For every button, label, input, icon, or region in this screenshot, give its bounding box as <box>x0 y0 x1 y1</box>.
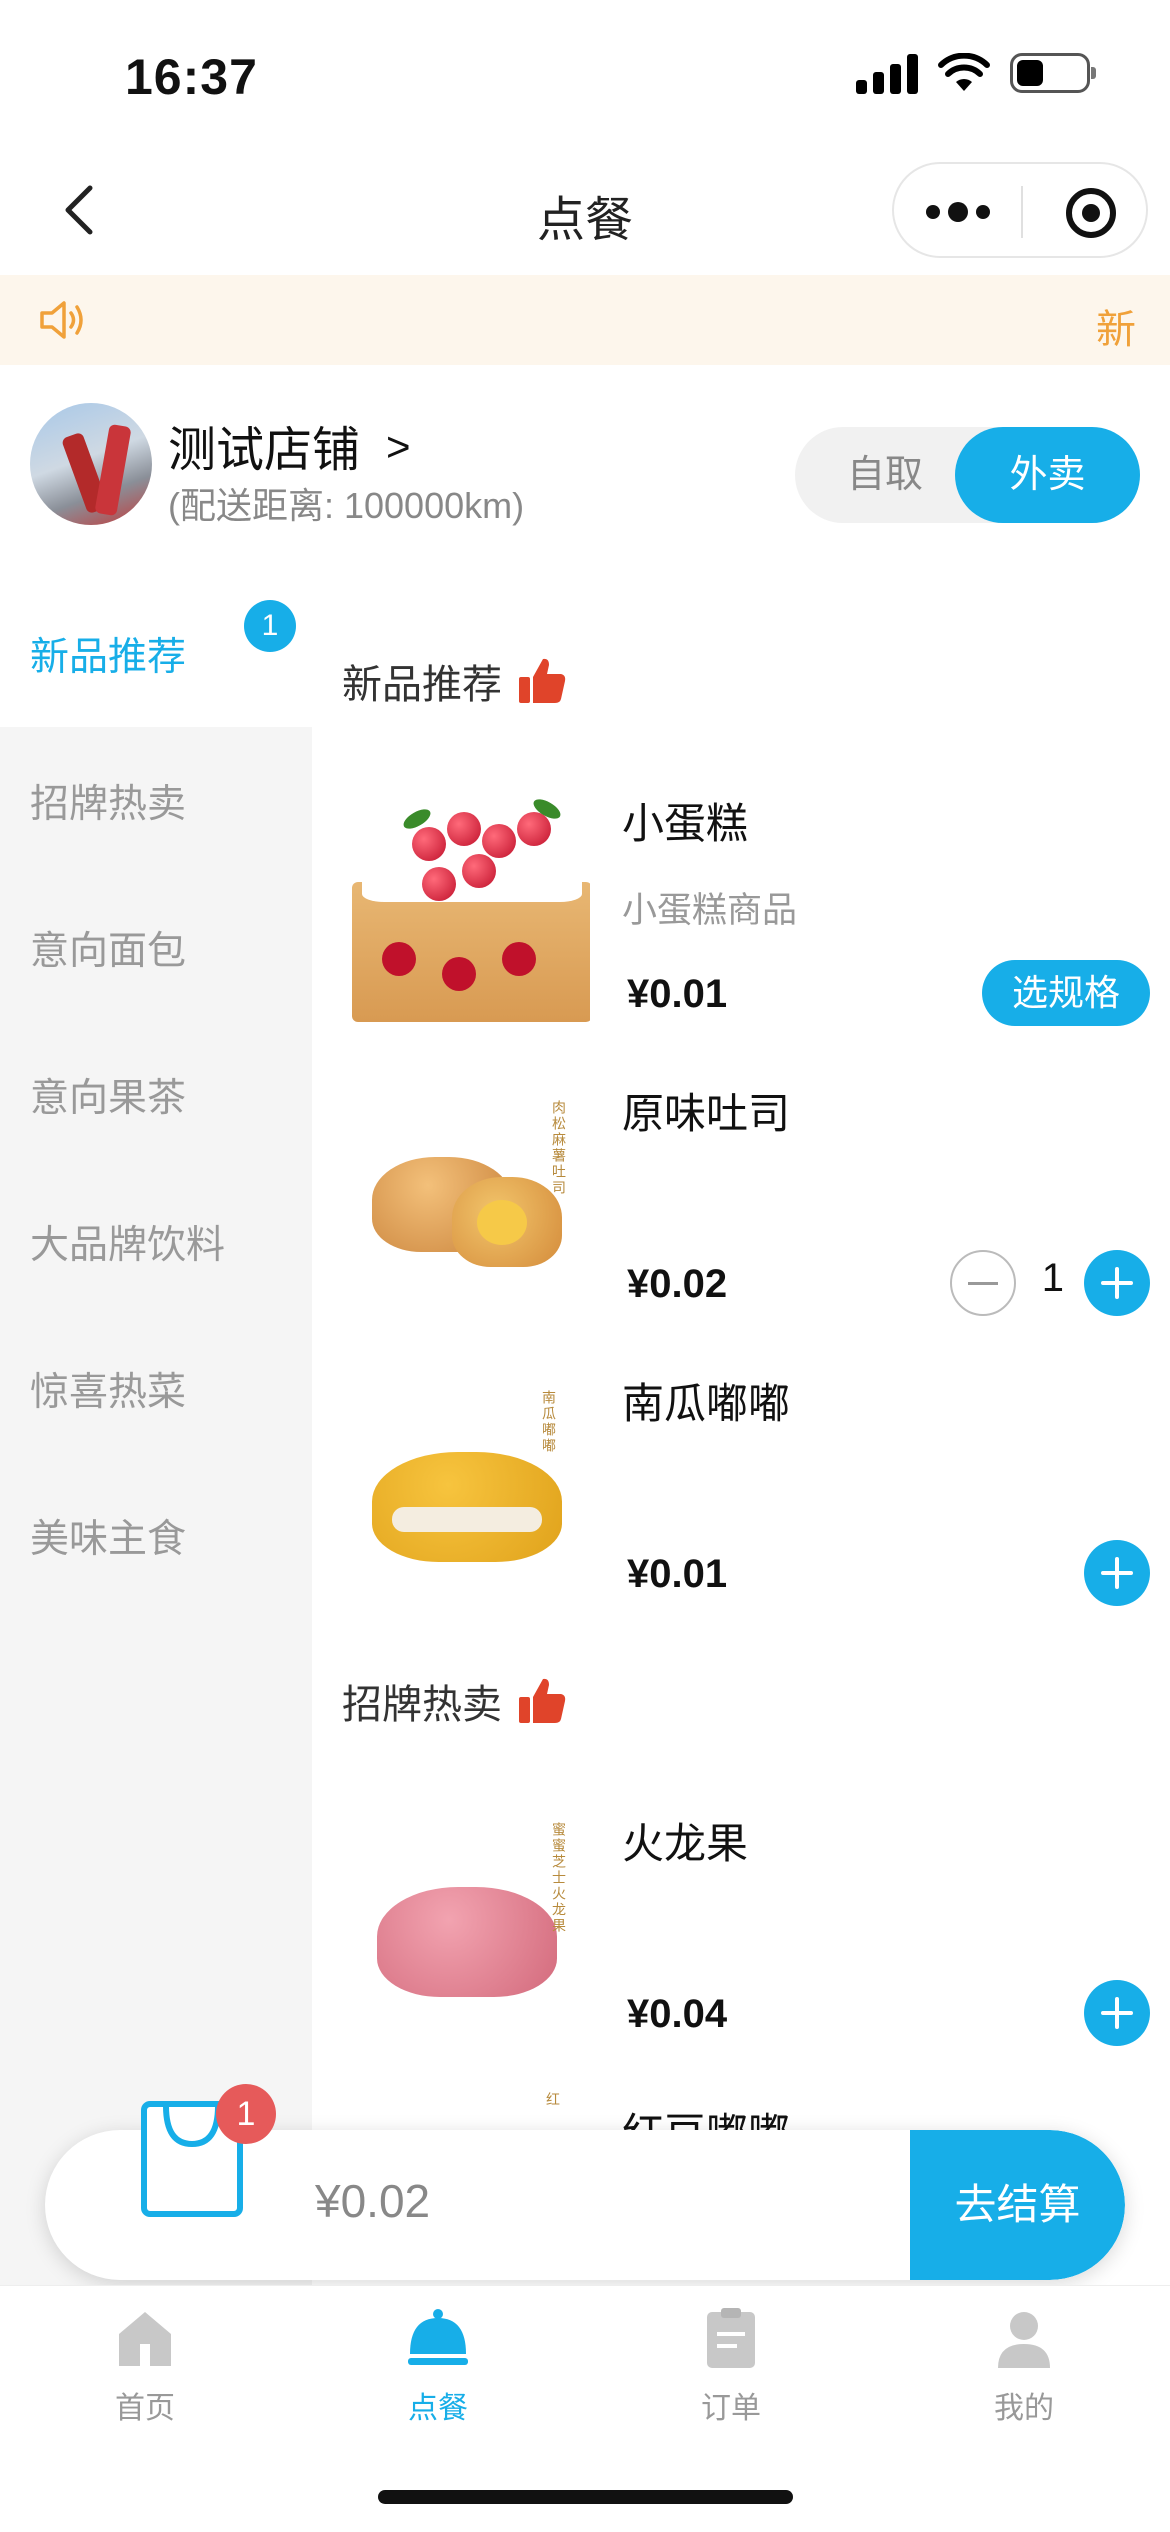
select-spec-button[interactable]: 选规格 <box>982 960 1150 1026</box>
category-item-drinks[interactable]: 大品牌饮料 <box>0 1168 312 1315</box>
product-name: 小蛋糕 <box>622 800 749 847</box>
category-label: 惊喜热菜 <box>30 1370 187 1414</box>
category-label: 招牌热卖 <box>30 782 187 826</box>
store-distance: (配送距离: 100000km) <box>168 485 525 526</box>
product-image: 肉松麻薯吐司 <box>342 1072 590 1320</box>
product-image-text: 蜜蜜芝士火龙果 <box>550 1822 566 1934</box>
section-title: 招牌热卖 <box>342 1683 502 1727</box>
speaker-icon <box>40 301 83 339</box>
product-card[interactable]: 蜜蜜芝士火龙果 火龙果 ¥0.04 <box>342 1802 1150 2062</box>
cart-total: ¥0.02 <box>315 2175 431 2227</box>
product-name: 原味吐司 <box>622 1090 791 1137</box>
home-indicator[interactable] <box>378 2490 793 2504</box>
store-avatar <box>30 403 152 525</box>
product-image-text: 南瓜嘟嘟 <box>540 1390 556 1454</box>
home-icon <box>119 2312 171 2366</box>
category-item-hot-dishes[interactable]: 惊喜热菜 <box>0 1315 312 1462</box>
section-title: 新品推荐 <box>342 663 502 707</box>
more-icon[interactable] <box>894 164 1021 260</box>
cloche-icon <box>408 2309 468 2365</box>
product-card[interactable]: 南瓜嘟嘟 南瓜嘟嘟 ¥0.01 <box>342 1362 1150 1622</box>
tab-profile[interactable]: 我的 <box>924 2306 1124 2427</box>
section-header: 招牌热卖 <box>342 1672 568 1730</box>
tab-orders[interactable]: 订单 <box>631 2306 831 2427</box>
cart-count-badge: 1 <box>216 2084 276 2144</box>
order-mode-toggle: 自取 外卖 <box>795 427 1140 523</box>
category-label: 意向面包 <box>30 929 187 973</box>
category-item-new[interactable]: 新品推荐 1 <box>0 580 312 727</box>
product-name: 南瓜嘟嘟 <box>622 1380 791 1427</box>
status-icons <box>856 52 1096 94</box>
store-header: 测试店铺 > (配送距离: 100000km) 自取 外卖 <box>0 365 1170 565</box>
user-icon <box>998 2312 1050 2368</box>
product-description: 小蛋糕商品 <box>622 891 798 930</box>
product-image: 南瓜嘟嘟 <box>342 1362 590 1610</box>
category-item-staple[interactable]: 美味主食 <box>0 1462 312 1609</box>
product-price: ¥0.01 <box>627 972 728 1016</box>
thumbs-up-icon <box>519 1678 566 1723</box>
product-image <box>342 782 590 1030</box>
capsule-divider <box>1021 186 1023 238</box>
battery-icon <box>1010 53 1096 93</box>
product-name: 火龙果 <box>622 1820 749 1867</box>
increase-quantity-button[interactable] <box>1084 1250 1150 1316</box>
tab-label: 点餐 <box>408 2392 468 2425</box>
product-image-text: 肉松麻薯吐司 <box>550 1100 566 1196</box>
product-image-text: 红 <box>544 2092 560 2108</box>
category-item-bread[interactable]: 意向面包 <box>0 874 312 1021</box>
tab-order-food[interactable]: 点餐 <box>338 2306 538 2427</box>
category-item-signature[interactable]: 招牌热卖 <box>0 727 312 874</box>
product-card[interactable]: 小蛋糕 小蛋糕商品 ¥0.01 选规格 <box>342 782 1150 1042</box>
mode-pickup-option[interactable]: 自取 <box>795 427 975 523</box>
tab-home[interactable]: 首页 <box>45 2306 245 2427</box>
cellular-signal-icon <box>856 52 918 94</box>
notice-text[interactable]: 新 <box>1096 297 1136 355</box>
thumbs-up-icon <box>519 658 566 703</box>
product-list: 新品推荐 小蛋糕 小蛋糕商品 ¥0.01 选规格 肉松麻薯吐司 原味吐司 ¥0.… <box>312 580 1170 2285</box>
category-badge: 1 <box>244 600 296 652</box>
tab-label: 订单 <box>701 2392 761 2425</box>
category-label: 意向果茶 <box>30 1076 187 1120</box>
category-sidebar: 新品推荐 1 招牌热卖 意向面包 意向果茶 大品牌饮料 惊喜热菜 美味主食 <box>0 580 312 2285</box>
product-image: 蜜蜜芝士火龙果 <box>342 1802 590 2050</box>
nav-header: 点餐 <box>0 150 1170 275</box>
category-label: 新品推荐 <box>30 635 187 679</box>
add-to-cart-button[interactable] <box>1084 1540 1150 1606</box>
wifi-icon <box>938 53 990 91</box>
store-arrow-icon[interactable]: > <box>386 423 411 471</box>
product-price: ¥0.02 <box>627 1262 728 1306</box>
checkout-button[interactable]: 去结算 <box>910 2130 1125 2280</box>
mini-program-capsule <box>892 162 1148 258</box>
clipboard-icon <box>707 2308 755 2368</box>
tab-label: 我的 <box>994 2392 1054 2425</box>
status-time: 16:37 <box>125 49 258 105</box>
status-bar: 16:37 <box>0 0 1170 150</box>
category-item-fruit-tea[interactable]: 意向果茶 <box>0 1021 312 1168</box>
product-price: ¥0.01 <box>627 1552 728 1596</box>
notice-bar: 新 <box>0 275 1170 365</box>
store-name[interactable]: 测试店铺 <box>168 410 360 480</box>
product-card[interactable]: 肉松麻薯吐司 原味吐司 ¥0.02 1 <box>342 1072 1150 1332</box>
decrease-quantity-button[interactable] <box>950 1250 1016 1316</box>
quantity-value: 1 <box>1041 1256 1064 1300</box>
category-label: 大品牌饮料 <box>30 1223 226 1267</box>
section-header: 新品推荐 <box>342 652 568 710</box>
close-target-icon[interactable] <box>1066 188 1116 238</box>
add-to-cart-button[interactable] <box>1084 1980 1150 2046</box>
tab-label: 首页 <box>115 2392 175 2425</box>
category-label: 美味主食 <box>30 1517 187 1561</box>
product-price: ¥0.04 <box>627 1992 728 2036</box>
mode-delivery-option[interactable]: 外卖 <box>955 427 1140 523</box>
